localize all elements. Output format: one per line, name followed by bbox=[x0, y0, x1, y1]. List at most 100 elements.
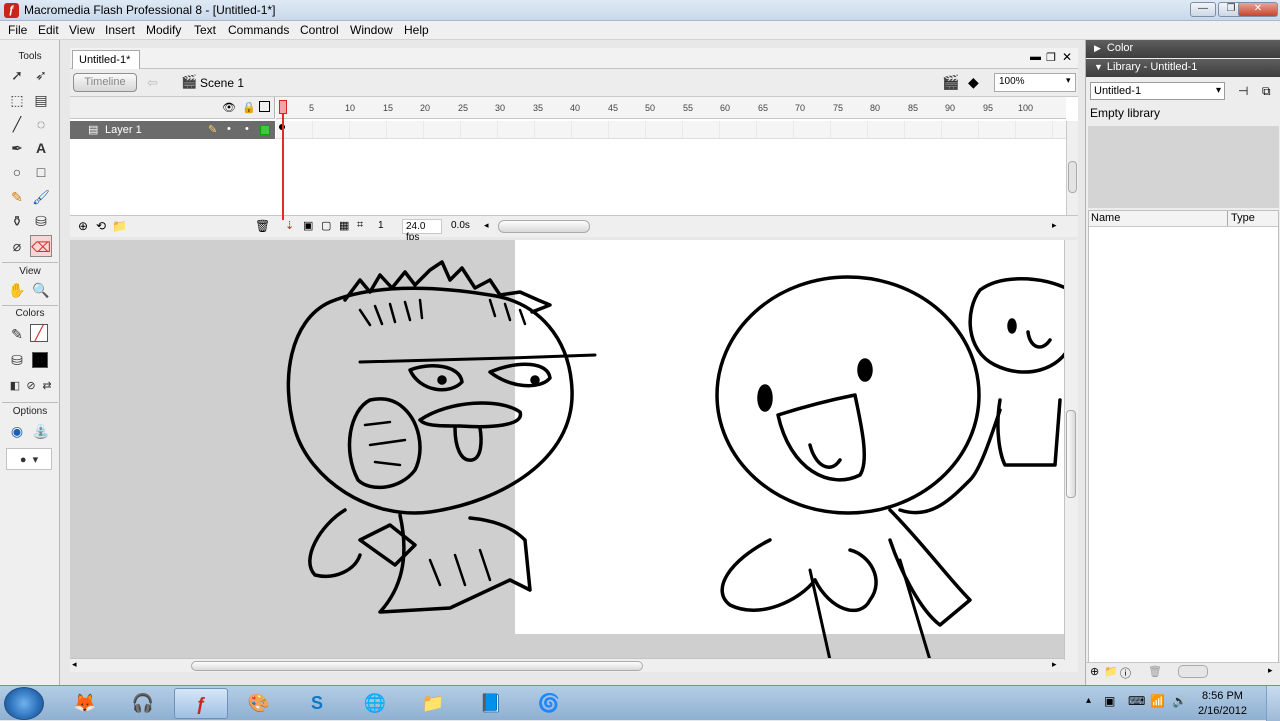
show-desktop-button[interactable] bbox=[1266, 686, 1280, 721]
stage-vscroll[interactable] bbox=[1064, 240, 1078, 660]
eyedropper-tool-icon[interactable]: ⌀ bbox=[6, 235, 28, 257]
oval-tool-icon[interactable]: ○ bbox=[6, 161, 28, 183]
pencil-tool-icon[interactable]: ✎ bbox=[6, 186, 28, 208]
eraser-shape-dropdown[interactable]: ● ▾ bbox=[6, 448, 52, 470]
timeline-scroll-thumb[interactable] bbox=[498, 220, 590, 233]
zoom-dropdown[interactable]: 100% bbox=[994, 73, 1076, 92]
ink-bottle-tool-icon[interactable]: ⚱ bbox=[6, 210, 28, 232]
tray-expand-icon[interactable]: ▴ bbox=[1086, 695, 1091, 706]
minimize-button[interactable]: — bbox=[1190, 2, 1216, 17]
network-app-icon[interactable]: 🌀 bbox=[522, 688, 576, 719]
tray-app-icon[interactable]: ▣ bbox=[1104, 694, 1115, 708]
playhead[interactable] bbox=[282, 100, 284, 220]
document-tab[interactable]: Untitled-1* bbox=[72, 50, 140, 69]
faucet-icon[interactable]: ⛲ bbox=[30, 420, 52, 442]
library-chevron-down-icon[interactable]: ▾ bbox=[1216, 85, 1221, 96]
back-arrow-icon[interactable]: ⇦ bbox=[147, 75, 158, 91]
zoom-tool-icon[interactable]: 🔍 bbox=[30, 279, 52, 301]
properties-icon[interactable]: ⓘ bbox=[1120, 665, 1131, 681]
firefox-icon[interactable]: 🦊 bbox=[58, 688, 112, 719]
menu-insert[interactable]: Insert bbox=[105, 23, 135, 37]
library-list[interactable]: Name Type bbox=[1088, 210, 1279, 670]
center-frame-icon[interactable]: ⇣ bbox=[285, 219, 294, 232]
stage-workspace[interactable] bbox=[70, 240, 1078, 660]
menu-window[interactable]: Window bbox=[350, 23, 393, 37]
insert-layer-icon[interactable]: ⊕ bbox=[78, 219, 88, 233]
brush-tool-icon[interactable]: 🖌 bbox=[30, 186, 52, 208]
outline-color-icon[interactable] bbox=[260, 125, 270, 135]
tray-device-icon[interactable]: ⌨ bbox=[1128, 694, 1145, 708]
menu-control[interactable]: Control bbox=[300, 23, 339, 37]
color-panel-header[interactable]: ▶ Color bbox=[1086, 40, 1280, 58]
zoom-chevron-down-icon[interactable]: ▾ bbox=[1066, 75, 1071, 86]
playhead-handle[interactable] bbox=[279, 100, 287, 114]
lock-dot-icon[interactable]: • bbox=[245, 123, 249, 135]
doc-restore-icon[interactable]: ❐ bbox=[1046, 51, 1056, 64]
start-button[interactable] bbox=[4, 687, 44, 720]
pin-library-icon[interactable]: ⊣ bbox=[1238, 84, 1248, 98]
visible-dot-icon[interactable]: • bbox=[227, 123, 231, 135]
library-select[interactable]: Untitled-1 bbox=[1090, 82, 1225, 100]
library-panel-header[interactable]: ▼ Library - Untitled-1 bbox=[1086, 59, 1280, 77]
tray-network-icon[interactable]: 📶 bbox=[1150, 694, 1165, 708]
menu-text[interactable]: Text bbox=[194, 23, 216, 37]
doc-close-icon[interactable]: ✕ bbox=[1062, 50, 1072, 64]
new-library-icon[interactable]: ⧉ bbox=[1262, 84, 1271, 99]
swap-colors-icon[interactable]: ⇄ bbox=[36, 375, 58, 397]
layer-name[interactable]: Layer 1 bbox=[105, 124, 142, 136]
delete-layer-icon[interactable]: 🗑 bbox=[255, 219, 270, 233]
arrow-tool-icon[interactable]: ➚ bbox=[6, 64, 28, 86]
menu-help[interactable]: Help bbox=[404, 23, 429, 37]
lock-icon[interactable]: 🔒 bbox=[242, 101, 256, 114]
modify-onion-markers-icon[interactable]: ⌗ bbox=[357, 219, 363, 232]
skype-icon[interactable]: S bbox=[290, 688, 344, 719]
onion-outlines-icon[interactable]: ▢ bbox=[321, 219, 331, 232]
app-icon[interactable]: 📘 bbox=[464, 688, 518, 719]
stage-scroll-left-icon[interactable]: ◂ bbox=[72, 659, 77, 670]
stage-hscroll-thumb[interactable] bbox=[191, 661, 643, 671]
library-hscroll-thumb[interactable] bbox=[1178, 665, 1208, 678]
eraser-mode-icon[interactable]: ◉ bbox=[6, 420, 28, 442]
stage-scroll-right-icon[interactable]: ▸ bbox=[1052, 659, 1057, 670]
flash-taskbar-icon[interactable]: ƒ bbox=[174, 688, 228, 719]
menu-edit[interactable]: Edit bbox=[38, 23, 59, 37]
timeline-vscroll[interactable] bbox=[1066, 121, 1078, 215]
close-button[interactable]: ✕ bbox=[1238, 2, 1278, 17]
free-transform-tool-icon[interactable]: ⬚ bbox=[6, 89, 28, 111]
menu-file[interactable]: File bbox=[8, 23, 27, 37]
onion-skin-icon[interactable]: ▣ bbox=[303, 219, 313, 232]
line-tool-icon[interactable]: ╱ bbox=[6, 113, 28, 135]
menu-modify[interactable]: Modify bbox=[146, 23, 181, 37]
system-clock[interactable]: 8:56 PM 2/16/2012 bbox=[1198, 689, 1247, 719]
frame-ruler[interactable]: 5 10 15 20 25 30 35 40 45 50 55 60 65 70… bbox=[276, 97, 1066, 119]
edit-symbols-icon[interactable]: ◆ bbox=[968, 74, 979, 91]
text-tool-icon[interactable]: A bbox=[30, 137, 52, 159]
rectangle-tool-icon[interactable]: □ bbox=[30, 161, 52, 183]
delete-symbol-icon[interactable]: 🗑 bbox=[1148, 665, 1162, 678]
timeline-vscroll-thumb[interactable] bbox=[1068, 161, 1077, 193]
stroke-color-icon[interactable]: ✎ bbox=[6, 323, 28, 345]
media-player-icon[interactable]: 🎧 bbox=[116, 688, 170, 719]
menu-commands[interactable]: Commands bbox=[228, 23, 289, 37]
pen-tool-icon[interactable]: ✒ bbox=[6, 137, 28, 159]
frame-rate[interactable]: 24.0 fps bbox=[402, 219, 442, 243]
fill-color-swatch[interactable] bbox=[32, 352, 48, 368]
fill-color-icon[interactable]: ⛁ bbox=[6, 349, 28, 371]
scroll-right-icon[interactable]: ▸ bbox=[1052, 220, 1057, 231]
library-scroll-right-icon[interactable]: ▸ bbox=[1268, 665, 1273, 676]
doc-minimize-icon[interactable]: ▬ bbox=[1030, 51, 1041, 63]
subselect-tool-icon[interactable]: ➶ bbox=[30, 64, 52, 86]
fill-transform-tool-icon[interactable]: ▤ bbox=[30, 89, 52, 111]
explorer-icon[interactable]: 📁 bbox=[406, 688, 460, 719]
outline-icon[interactable] bbox=[259, 101, 270, 112]
library-col-type[interactable]: Type bbox=[1231, 212, 1255, 224]
stage-hscroll[interactable]: ◂ ▸ bbox=[70, 658, 1078, 672]
browser-icon[interactable]: 🌐 bbox=[348, 688, 402, 719]
cartoon-drawing[interactable] bbox=[70, 240, 1078, 660]
eraser-tool-icon[interactable]: ⌫ bbox=[30, 235, 52, 257]
stroke-color-swatch[interactable]: ╱ bbox=[30, 324, 48, 342]
edit-scene-icon[interactable]: 🎬 bbox=[942, 74, 959, 91]
layer-row[interactable]: ▤ Layer 1 ✎ • • bbox=[70, 121, 275, 139]
library-col-name[interactable]: Name bbox=[1091, 212, 1120, 224]
menu-view[interactable]: View bbox=[69, 23, 95, 37]
